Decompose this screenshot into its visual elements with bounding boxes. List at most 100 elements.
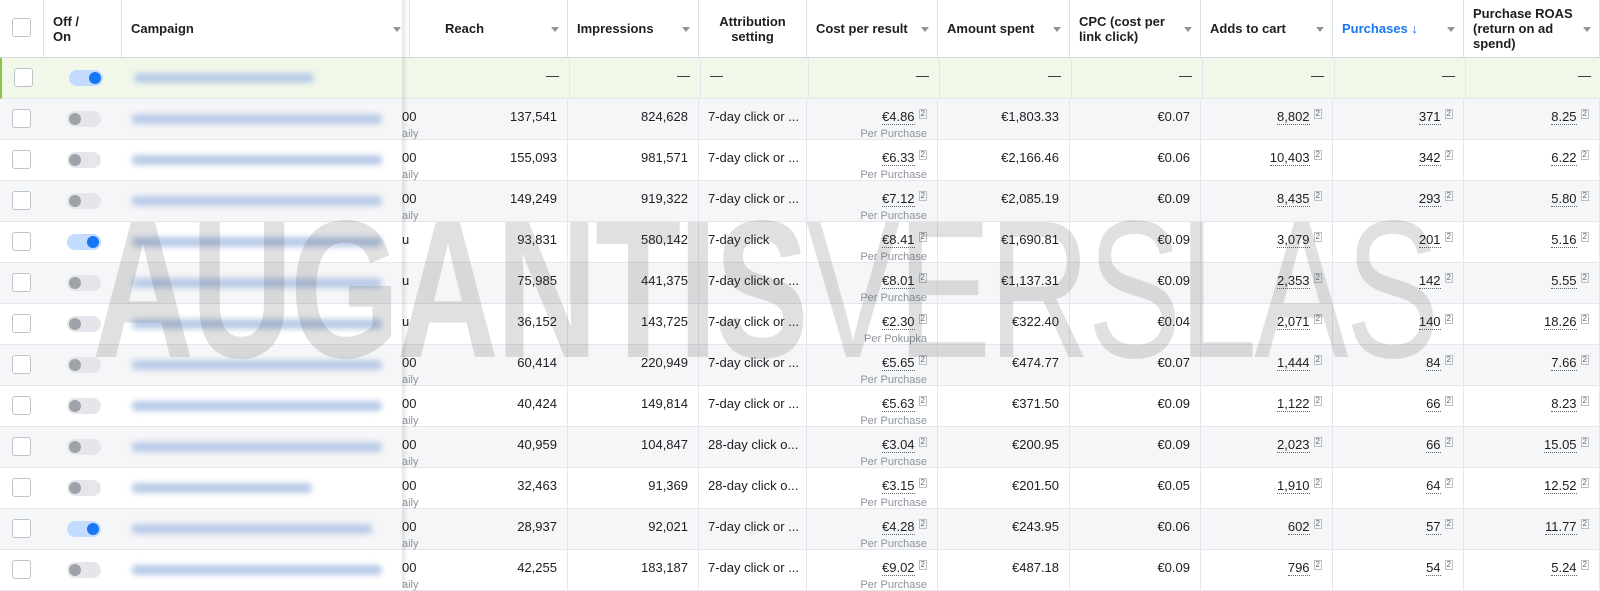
info-badge-icon[interactable]: 2 bbox=[1313, 396, 1322, 406]
col-adds-to-cart[interactable]: Adds to cart bbox=[1201, 0, 1333, 57]
cell-adds-to-cart[interactable]: 3,079 2 bbox=[1201, 222, 1333, 263]
table-row[interactable]: 00 aily 42,255 183,187 7-day click or ... €9.… bbox=[0, 550, 1600, 591]
campaign-name-blurred[interactable] bbox=[132, 565, 382, 575]
cell-adds-to-cart[interactable]: 2,071 2 bbox=[1201, 304, 1333, 345]
table-row[interactable]: u93,831580,1427-day click€8.412Per Purch… bbox=[0, 222, 1600, 263]
table-row[interactable]: 00 aily 137,541 824,628 7-day click or ... €4… bbox=[0, 99, 1600, 140]
cell-cost-per-result[interactable]: €6.33 2 Per Purchase bbox=[807, 140, 938, 181]
table-row[interactable]: 00 aily 40,424 149,814 7-day click or ... €5.… bbox=[0, 386, 1600, 427]
cell-roas[interactable]: 15.05 2 bbox=[1464, 427, 1600, 468]
campaign-name-blurred[interactable] bbox=[132, 196, 382, 206]
row-checkbox[interactable] bbox=[12, 396, 31, 415]
info-badge-icon[interactable]: 2 bbox=[1580, 355, 1589, 365]
campaign-toggle[interactable] bbox=[67, 398, 101, 414]
info-badge-icon[interactable]: 2 bbox=[918, 519, 927, 529]
col-attribution[interactable]: Attribution setting bbox=[699, 0, 807, 57]
sort-caret-icon[interactable] bbox=[393, 27, 401, 32]
cell-cost-per-result[interactable]: €4.86 2 Per Purchase bbox=[807, 99, 938, 140]
cell-cost-per-result[interactable]: €3.15 2 Per Purchase bbox=[807, 468, 938, 509]
info-badge-icon[interactable]: 2 bbox=[918, 273, 927, 283]
cell-cost-per-result[interactable]: €5.65 2 Per Purchase bbox=[807, 345, 938, 386]
campaign-toggle[interactable] bbox=[67, 234, 101, 250]
sort-caret-icon[interactable] bbox=[551, 27, 559, 32]
cell-purchases[interactable]: 54 2 bbox=[1333, 550, 1464, 591]
campaign-toggle[interactable] bbox=[67, 111, 101, 127]
info-badge-icon[interactable]: 2 bbox=[1580, 478, 1589, 488]
campaign-toggle[interactable] bbox=[67, 562, 101, 578]
cell-adds-to-cart[interactable]: 8,802 2 bbox=[1201, 99, 1333, 140]
info-badge-icon[interactable]: 2 bbox=[1580, 109, 1589, 119]
sort-caret-icon[interactable] bbox=[1053, 27, 1061, 32]
info-badge-icon[interactable]: 2 bbox=[1580, 396, 1589, 406]
info-badge-icon[interactable]: 2 bbox=[918, 191, 927, 201]
info-badge-icon[interactable]: 2 bbox=[1313, 150, 1322, 160]
campaign-toggle[interactable] bbox=[67, 275, 101, 291]
cell-adds-to-cart[interactable]: 2,023 2 bbox=[1201, 427, 1333, 468]
info-badge-icon[interactable]: 2 bbox=[1313, 273, 1322, 283]
info-badge-icon[interactable]: 2 bbox=[1313, 437, 1322, 447]
cell-purchases[interactable]: 293 2 bbox=[1333, 181, 1464, 222]
table-row[interactable]: 00 aily 40,959 104,847 28-day click o... €3.0… bbox=[0, 427, 1600, 468]
cell-adds-to-cart[interactable]: 8,435 2 bbox=[1201, 181, 1333, 222]
cell-cost-per-result[interactable]: €8.41 2 Per Purchase bbox=[807, 222, 938, 263]
table-row[interactable]: u75,985441,3757-day click or ...€8.012Pe… bbox=[0, 263, 1600, 304]
table-row[interactable]: 00 aily 32,463 91,369 28-day click o... €3.15… bbox=[0, 468, 1600, 509]
campaign-name-blurred[interactable] bbox=[132, 483, 312, 493]
col-campaign[interactable]: Campaign bbox=[122, 0, 410, 57]
cell-adds-to-cart[interactable]: 1,122 2 bbox=[1201, 386, 1333, 427]
total-toggle[interactable] bbox=[69, 70, 103, 86]
campaign-toggle[interactable] bbox=[67, 152, 101, 168]
col-roas[interactable]: Purchase ROAS (return on ad spend) bbox=[1464, 0, 1600, 57]
cell-cost-per-result[interactable]: €8.01 2 Per Purchase bbox=[807, 263, 938, 304]
info-badge-icon[interactable]: 2 bbox=[1444, 560, 1453, 570]
col-reach[interactable]: Reach bbox=[436, 0, 568, 57]
row-checkbox[interactable] bbox=[12, 519, 31, 538]
cell-roas[interactable]: 5.16 2 bbox=[1464, 222, 1600, 263]
campaign-name-blurred[interactable] bbox=[134, 73, 314, 83]
table-row[interactable]: u36,152143,7257-day click or ...€2.302Pe… bbox=[0, 304, 1600, 345]
cell-adds-to-cart[interactable]: 1,910 2 bbox=[1201, 468, 1333, 509]
info-badge-icon[interactable]: 2 bbox=[1580, 437, 1589, 447]
sort-caret-icon[interactable] bbox=[1583, 27, 1591, 32]
cell-purchases[interactable]: 64 2 bbox=[1333, 468, 1464, 509]
info-badge-icon[interactable]: 2 bbox=[918, 437, 927, 447]
campaign-name-blurred[interactable] bbox=[132, 237, 382, 247]
campaign-name-blurred[interactable] bbox=[132, 319, 382, 329]
row-checkbox[interactable] bbox=[12, 437, 31, 456]
sort-caret-icon[interactable] bbox=[921, 27, 929, 32]
info-badge-icon[interactable]: 2 bbox=[1444, 191, 1453, 201]
info-badge-icon[interactable]: 2 bbox=[918, 314, 927, 324]
info-badge-icon[interactable]: 2 bbox=[918, 150, 927, 160]
campaign-toggle[interactable] bbox=[67, 521, 101, 537]
campaign-name-blurred[interactable] bbox=[132, 155, 382, 165]
col-cpc[interactable]: CPC (cost per link click) bbox=[1070, 0, 1201, 57]
campaign-name-blurred[interactable] bbox=[132, 360, 382, 370]
row-checkbox[interactable] bbox=[12, 273, 31, 292]
cell-adds-to-cart[interactable]: 602 2 bbox=[1201, 509, 1333, 550]
cell-adds-to-cart[interactable]: 10,403 2 bbox=[1201, 140, 1333, 181]
info-badge-icon[interactable]: 2 bbox=[1580, 519, 1589, 529]
col-off-on[interactable]: Off / On bbox=[44, 0, 122, 57]
cell-purchases[interactable]: 371 2 bbox=[1333, 99, 1464, 140]
info-badge-icon[interactable]: 2 bbox=[1313, 109, 1322, 119]
select-all-checkbox[interactable] bbox=[12, 18, 31, 37]
info-badge-icon[interactable]: 2 bbox=[1444, 150, 1453, 160]
col-purchases[interactable]: Purchases ↓ bbox=[1333, 0, 1464, 57]
row-checkbox[interactable] bbox=[14, 68, 33, 87]
cell-cost-per-result[interactable]: €9.02 2 Per Purchase bbox=[807, 550, 938, 591]
campaign-name-blurred[interactable] bbox=[132, 401, 382, 411]
cell-cost-per-result[interactable]: €4.28 2 Per Purchase bbox=[807, 509, 938, 550]
campaign-name-blurred[interactable] bbox=[132, 442, 382, 452]
info-badge-icon[interactable]: 2 bbox=[918, 560, 927, 570]
cell-cost-per-result[interactable]: €3.04 2 Per Purchase bbox=[807, 427, 938, 468]
col-amount-spent[interactable]: Amount spent bbox=[938, 0, 1070, 57]
info-badge-icon[interactable]: 2 bbox=[1313, 314, 1322, 324]
info-badge-icon[interactable]: 2 bbox=[1580, 560, 1589, 570]
info-badge-icon[interactable]: 2 bbox=[1580, 232, 1589, 242]
info-badge-icon[interactable]: 2 bbox=[1580, 314, 1589, 324]
campaign-toggle[interactable] bbox=[67, 316, 101, 332]
cell-purchases[interactable]: 342 2 bbox=[1333, 140, 1464, 181]
info-badge-icon[interactable]: 2 bbox=[1313, 191, 1322, 201]
cell-roas[interactable]: 5.80 2 bbox=[1464, 181, 1600, 222]
row-checkbox[interactable] bbox=[12, 109, 31, 128]
